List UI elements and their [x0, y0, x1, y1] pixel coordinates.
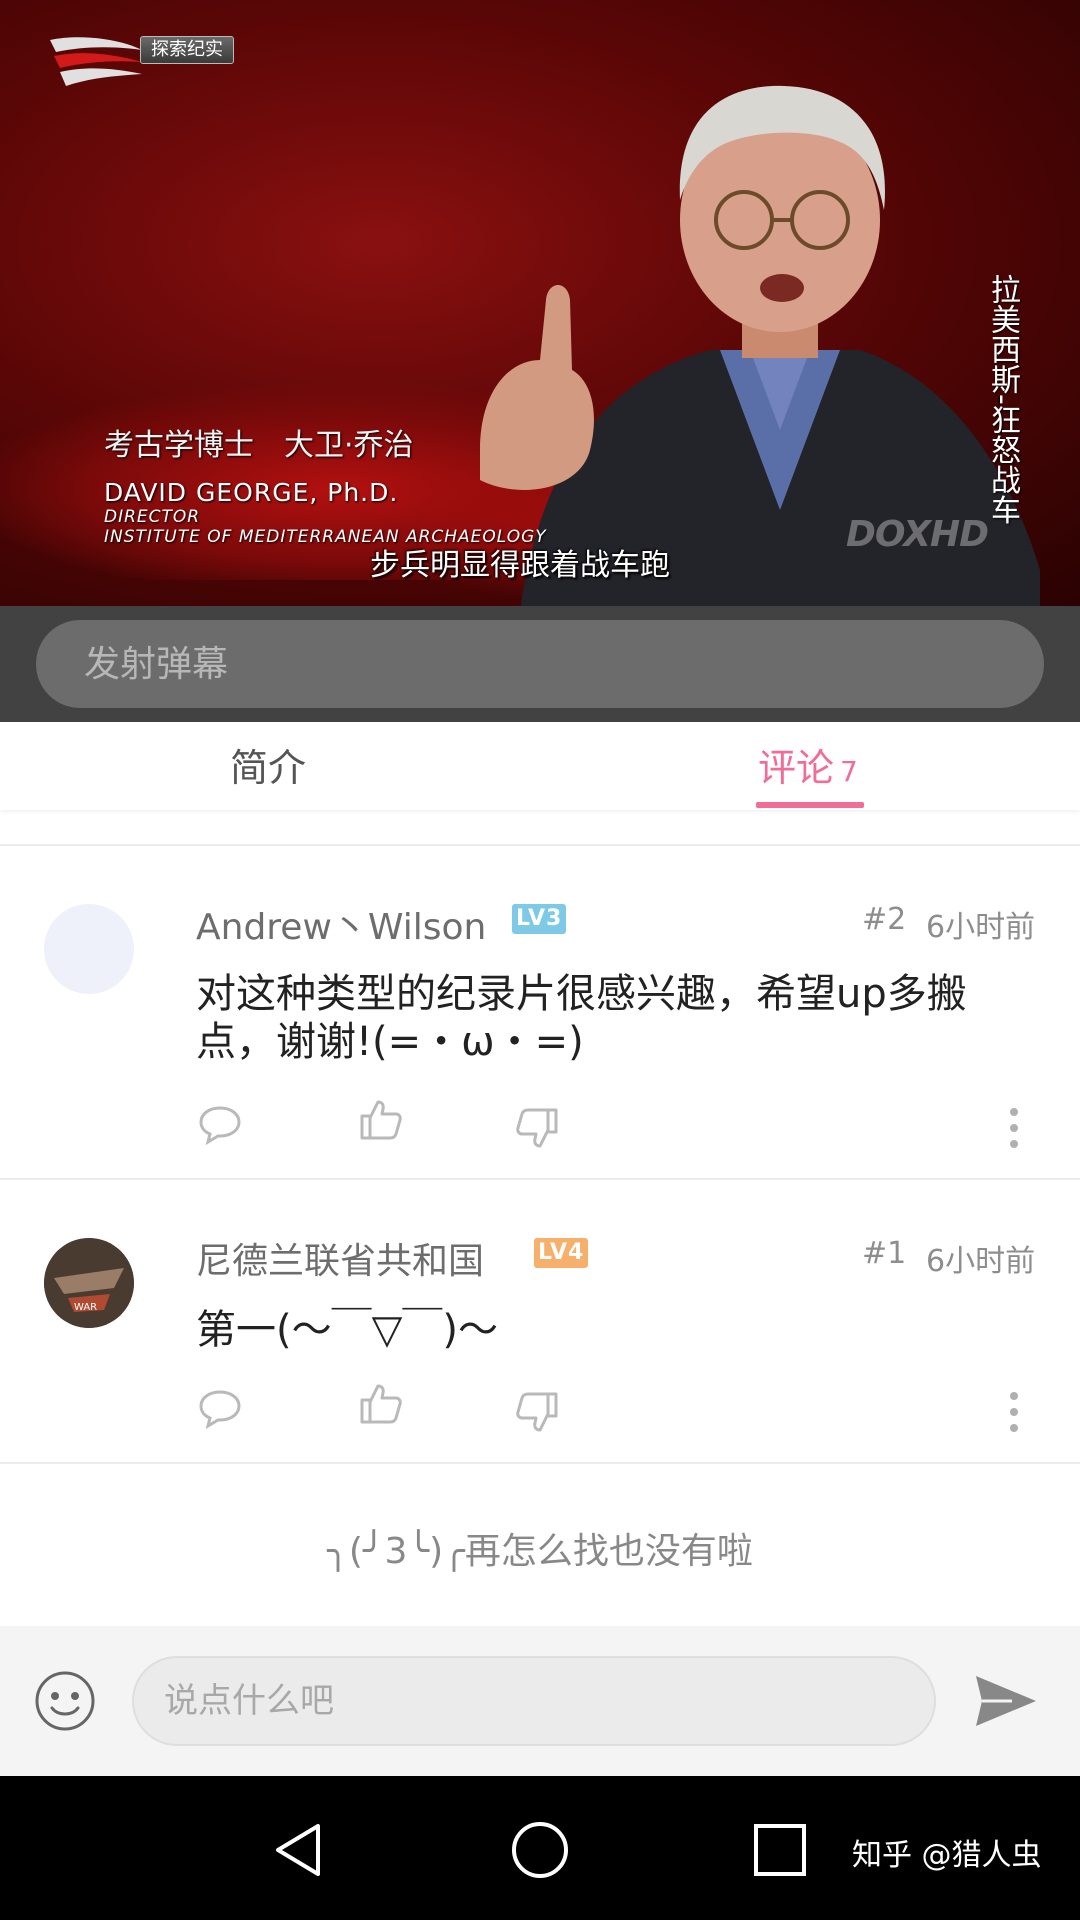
video-player[interactable]: 探索纪实 考古学博士 大卫·乔治 DAVID GEORGE, Ph.D. DIR… — [0, 0, 1080, 606]
comment-floor: #2 — [862, 902, 907, 937]
comment-item: Andrew丶Wilson LV3 #2 6小时前 对这种类型的纪录片很感兴趣，… — [0, 846, 1080, 1178]
comment-time: 6小时前 — [926, 910, 1036, 945]
like-icon[interactable] — [356, 1380, 404, 1428]
avatar-image: WAR — [44, 1238, 134, 1328]
speaker-role: DIRECTOR — [104, 507, 201, 527]
svg-text:WAR: WAR — [74, 1302, 97, 1313]
tab-intro-label: 简介 — [230, 746, 307, 790]
level-badge: LV4 — [534, 1238, 589, 1268]
danmaku-input[interactable] — [36, 620, 1044, 708]
tab-intro[interactable]: 简介 — [230, 722, 306, 810]
reply-icon[interactable] — [196, 1100, 244, 1148]
video-subtitle: 步兵明显得跟着战车跑 — [370, 548, 670, 583]
home-icon[interactable] — [510, 1820, 570, 1880]
comment-floor: #1 — [862, 1236, 907, 1271]
channel-logo: 探索纪实 — [48, 28, 254, 90]
channel-wing-icon — [50, 37, 142, 86]
comment-content: 第一(～￣▽￣)～ — [196, 1307, 498, 1353]
active-tab-indicator — [756, 802, 864, 808]
more-options-icon[interactable] — [1004, 1388, 1024, 1436]
send-icon[interactable] — [972, 1670, 1040, 1732]
emoji-icon[interactable] — [34, 1670, 96, 1732]
source-watermark: DOXHD — [846, 514, 989, 555]
system-nav-bar: 知乎 @猎人虫 — [0, 1776, 1080, 1920]
dislike-icon[interactable] — [514, 1104, 562, 1152]
level-badge: LV3 — [512, 904, 567, 934]
recents-icon[interactable] — [750, 1820, 810, 1880]
comment-time: 6小时前 — [926, 1244, 1036, 1279]
comment-compose-bar — [0, 1626, 1080, 1776]
comment-username[interactable]: Andrew丶Wilson — [196, 898, 486, 950]
back-icon[interactable] — [270, 1820, 330, 1880]
end-of-list-message: ╮(╯3╰)╭再怎么找也没有啦 — [327, 1531, 753, 1572]
speaker-en-name: DAVID GEORGE, Ph.D. — [104, 478, 399, 507]
video-vertical-title: 拉美西斯-狂怒战车 — [985, 274, 1020, 525]
comment-input[interactable] — [132, 1656, 936, 1746]
reply-icon[interactable] — [196, 1384, 244, 1432]
more-options-icon[interactable] — [1004, 1104, 1024, 1152]
avatar[interactable]: WAR — [44, 1238, 134, 1328]
divider — [0, 1462, 1080, 1464]
comment-item: WAR 尼德兰联省共和国 LV4 #1 6小时前 第一(～￣▽￣)～ — [0, 1180, 1080, 1462]
like-icon[interactable] — [356, 1096, 404, 1144]
comment-content: 对这种类型的纪录片很感兴趣，希望up多搬点，谢谢!(=・ω・=) — [196, 971, 967, 1065]
avatar[interactable] — [44, 904, 134, 994]
channel-name: 探索纪实 — [140, 36, 234, 64]
tab-comments[interactable]: 评论 7 — [758, 722, 858, 810]
tab-bar: 简介 评论 7 — [0, 722, 1080, 810]
lower-third-caption: 考古学博士 大卫·乔治 DAVID GEORGE, Ph.D. DIRECTOR… — [104, 420, 547, 547]
danmaku-bar — [0, 606, 1080, 722]
comment-count: 7 — [840, 755, 858, 788]
zhihu-credit-watermark: 知乎 @猎人虫 — [852, 1838, 1042, 1873]
comment-username[interactable]: 尼德兰联省共和国 — [196, 1232, 484, 1284]
speaker-cn-title: 考古学博士 大卫·乔治 — [104, 428, 414, 463]
tab-comments-label: 评论 — [758, 746, 835, 790]
dislike-icon[interactable] — [514, 1388, 562, 1436]
